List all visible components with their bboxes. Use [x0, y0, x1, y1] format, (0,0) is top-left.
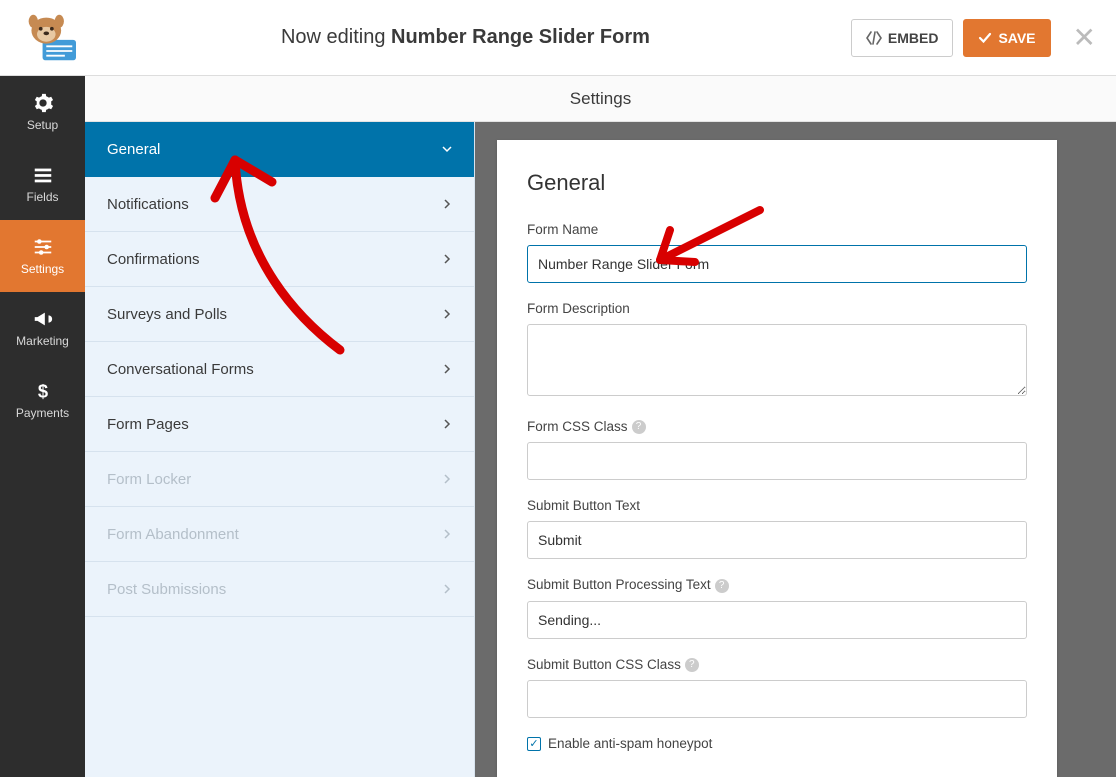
save-button[interactable]: SAVE — [963, 19, 1050, 57]
panel-title: General — [527, 170, 1027, 196]
chevron-right-icon — [442, 584, 452, 594]
menu-item-conversational[interactable]: Conversational Forms — [85, 342, 474, 397]
honeypot-checkbox[interactable]: ✓ — [527, 737, 541, 751]
honeypot-label: Enable anti-spam honeypot — [548, 736, 712, 751]
form-css-class-input[interactable] — [527, 442, 1027, 480]
gear-icon — [32, 92, 54, 114]
submit-button-text-label: Submit Button Text — [527, 498, 1027, 513]
code-icon — [866, 31, 882, 45]
close-button[interactable]: ✕ — [1073, 21, 1096, 54]
sidebar-item-fields[interactable]: Fields — [0, 148, 85, 220]
sidebar-item-settings[interactable]: Settings — [0, 220, 85, 292]
submit-processing-text-label: Submit Button Processing Text? — [527, 577, 1027, 592]
menu-item-notifications[interactable]: Notifications — [85, 177, 474, 232]
sidebar-item-setup[interactable]: Setup — [0, 76, 85, 148]
submit-button-text-input[interactable] — [527, 521, 1027, 559]
submit-button-css-label: Submit Button CSS Class? — [527, 657, 1027, 672]
top-bar: Now editing Number Range Slider Form EMB… — [0, 0, 1116, 76]
chevron-right-icon — [442, 419, 452, 429]
chevron-right-icon — [442, 364, 452, 374]
help-icon[interactable]: ? — [632, 420, 646, 434]
svg-text:$: $ — [37, 380, 47, 401]
section-title: Settings — [85, 76, 1116, 122]
help-icon[interactable]: ? — [715, 579, 729, 593]
sidebar-item-payments[interactable]: $ Payments — [0, 364, 85, 436]
help-icon[interactable]: ? — [685, 658, 699, 672]
submit-processing-text-input[interactable] — [527, 601, 1027, 639]
editing-title: Now editing Number Range Slider Form — [80, 26, 851, 49]
chevron-right-icon — [442, 529, 452, 539]
submit-button-css-input[interactable] — [527, 680, 1027, 718]
chevron-right-icon — [442, 309, 452, 319]
form-name-input[interactable] — [527, 245, 1027, 283]
chevron-right-icon — [442, 474, 452, 484]
menu-item-form-abandonment[interactable]: Form Abandonment — [85, 507, 474, 562]
sliders-icon — [32, 236, 54, 258]
embed-button[interactable]: EMBED — [851, 19, 954, 57]
form-description-textarea[interactable] — [527, 324, 1027, 396]
app-logo — [20, 12, 80, 64]
chevron-right-icon — [442, 199, 452, 209]
form-css-class-label: Form CSS Class? — [527, 419, 1027, 434]
bullhorn-icon — [32, 308, 54, 330]
general-settings-panel: General Form Name Form Description Form … — [497, 140, 1057, 777]
sidebar-item-marketing[interactable]: Marketing — [0, 292, 85, 364]
list-icon — [32, 164, 54, 186]
form-name-label: Form Name — [527, 222, 1027, 237]
chevron-right-icon — [442, 254, 452, 264]
menu-item-general[interactable]: General — [85, 122, 474, 177]
menu-item-form-locker[interactable]: Form Locker — [85, 452, 474, 507]
left-sidebar: Setup Fields Settings Marketing $ Paymen… — [0, 76, 85, 777]
dollar-icon: $ — [32, 380, 54, 402]
menu-item-form-pages[interactable]: Form Pages — [85, 397, 474, 452]
check-icon — [978, 31, 992, 45]
menu-item-confirmations[interactable]: Confirmations — [85, 232, 474, 287]
settings-menu: General Notifications Confirmations Surv… — [85, 122, 475, 777]
chevron-down-icon — [442, 144, 452, 154]
menu-item-surveys[interactable]: Surveys and Polls — [85, 287, 474, 342]
menu-item-post-submissions[interactable]: Post Submissions — [85, 562, 474, 617]
form-description-label: Form Description — [527, 301, 1027, 316]
